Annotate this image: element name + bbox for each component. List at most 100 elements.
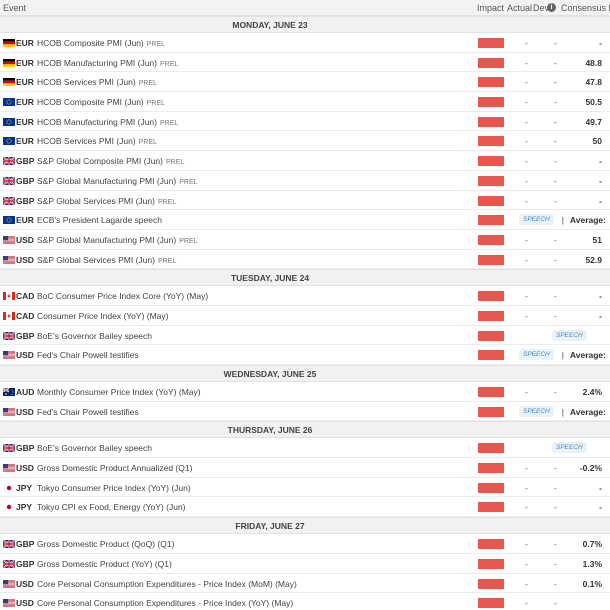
event-title[interactable]: HCOB Services PMI (Jun) — [37, 77, 136, 87]
event-name[interactable]: Gross Domestic Product (QoQ) (Q1) — [37, 539, 174, 549]
event-row[interactable]: EUR HCOB Services PMI (Jun) PREL - - 50 — [0, 131, 610, 152]
event-row[interactable]: EURECB's President Lagarde speech SPEECH A… — [0, 210, 610, 230]
event-name[interactable]: Fed's Chair Powell testifies — [37, 350, 139, 360]
speech-badge[interactable]: SPEECH — [519, 349, 554, 361]
event-title[interactable]: HCOB Services PMI (Jun) — [37, 136, 136, 146]
event-title[interactable]: Tokyo CPI ex Food, Energy (YoY) (Jun) — [37, 502, 186, 512]
event-name[interactable]: BoE's Governor Bailey speech — [37, 331, 152, 341]
event-name[interactable]: Consumer Price Index (YoY) (May) — [37, 311, 168, 321]
event-row[interactable]: GBP Gross Domestic Product (YoY) (Q1) - - 1.… — [0, 554, 610, 574]
event-title[interactable]: HCOB Composite PMI (Jun) — [37, 97, 144, 107]
event-row[interactable]: CAD Consumer Price Index (YoY) (May) - - - — [0, 306, 610, 326]
event-title[interactable]: Core Personal Consumption Expenditures -… — [37, 598, 293, 608]
event-row[interactable]: GBP S&P Global Services PMI (Jun) PREL - - - — [0, 191, 610, 211]
event-title[interactable]: Tokyo Consumer Price Index (YoY) (Jun) — [37, 483, 191, 493]
deviation-value: - — [554, 156, 557, 167]
event-title[interactable]: S&P Global Manufacturing PMI (Jun) — [37, 235, 176, 245]
event-row[interactable]: USD Core Personal Consumption Expenditure… — [0, 593, 610, 610]
event-name[interactable]: Monthly Consumer Price Index (YoY) (May) — [37, 387, 201, 397]
event-title[interactable]: BoC Consumer Price Index Core (YoY) (May… — [37, 291, 208, 301]
speech-badge[interactable]: SPEECH — [552, 329, 587, 341]
actual-value: - — [525, 558, 528, 569]
consensus-value: - — [599, 482, 602, 493]
event-name[interactable]: Tokyo Consumer Price Index (YoY) (Jun) — [37, 483, 191, 493]
event-name[interactable]: Gross Domestic Product (YoY) (Q1) — [37, 559, 172, 569]
event-row[interactable]: GBP BoE's Governor Bailey speech SPEECH — [0, 438, 610, 459]
day-header: WEDNESDAY, JUNE 25 — [0, 365, 610, 382]
column-actual[interactable]: Actual — [507, 3, 532, 13]
event-title[interactable]: HCOB Manufacturing PMI (Jun) — [37, 58, 157, 68]
event-title[interactable]: S&P Global Composite PMI (Jun) — [37, 156, 163, 166]
speech-badge[interactable]: SPEECH — [519, 214, 554, 226]
event-name[interactable]: S&P Global Services PMI (Jun) PREL — [37, 255, 176, 265]
event-row[interactable]: USDFed's Chair Powell testifies SPEECH Ave… — [0, 345, 610, 365]
event-title[interactable]: BoE's Governor Bailey speech — [37, 331, 152, 341]
event-name[interactable]: HCOB Composite PMI (Jun) PREL — [37, 97, 165, 107]
event-row[interactable]: EUR HCOB Composite PMI (Jun) PREL - - 50.5 — [0, 92, 610, 112]
currency-code: AUD — [16, 387, 35, 397]
deviation-value: - — [554, 254, 557, 265]
event-title[interactable]: Core Personal Consumption Expenditures -… — [37, 579, 297, 589]
event-name[interactable]: Gross Domestic Product Annualized (Q1) — [37, 463, 192, 473]
speech-badge[interactable]: SPEECH — [519, 405, 554, 417]
event-row[interactable]: JPY Tokyo Consumer Price Index (YoY) (Jun… — [0, 478, 610, 498]
event-title[interactable]: S&P Global Manufacturing PMI (Jun) — [37, 176, 176, 186]
event-title[interactable]: S&P Global Services PMI (Jun) — [37, 255, 155, 265]
event-name[interactable]: BoE's Governor Bailey speech — [37, 443, 152, 453]
event-row[interactable]: USD Core Personal Consumption Expenditure… — [0, 574, 610, 594]
canada-flag-icon — [3, 311, 15, 320]
event-name[interactable]: Core Personal Consumption Expenditures -… — [37, 579, 297, 589]
event-title[interactable]: Gross Domestic Product (YoY) (Q1) — [37, 559, 172, 569]
event-title[interactable]: Gross Domestic Product (QoQ) (Q1) — [37, 539, 174, 549]
event-title[interactable]: ECB's President Lagarde speech — [37, 215, 162, 225]
deviation-value: - — [554, 387, 557, 397]
event-title[interactable]: HCOB Composite PMI (Jun) — [37, 38, 144, 48]
event-title[interactable]: Gross Domestic Product Annualized (Q1) — [37, 463, 192, 473]
column-event[interactable]: Event — [3, 3, 26, 13]
event-title[interactable]: Consumer Price Index (YoY) (May) — [37, 311, 168, 321]
consensus-value: -0.2% — [579, 463, 602, 474]
event-title[interactable]: Fed's Chair Powell testifies — [37, 350, 139, 360]
event-name[interactable]: Fed's Chair Powell testifies — [37, 407, 139, 417]
event-row[interactable]: EUR HCOB Composite PMI (Jun) PREL - - - — [0, 33, 610, 53]
event-row[interactable]: GBP S&P Global Manufacturing PMI (Jun) PRE… — [0, 171, 610, 191]
info-icon[interactable]: i — [547, 3, 556, 12]
event-row[interactable]: CAD BoC Consumer Price Index Core (YoY) (… — [0, 286, 610, 306]
event-title[interactable]: Fed's Chair Powell testifies — [37, 407, 139, 417]
event-row[interactable]: GBP BoE's Governor Bailey speech SPEECH — [0, 326, 610, 346]
event-name[interactable]: HCOB Composite PMI (Jun) PREL — [37, 38, 165, 48]
event-row[interactable]: JPY Tokyo CPI ex Food, Energy (YoY) (Jun)… — [0, 497, 610, 518]
event-row[interactable]: GBP S&P Global Composite PMI (Jun) PREL - - - — [0, 151, 610, 171]
event-title[interactable]: Monthly Consumer Price Index (YoY) (May) — [37, 387, 201, 397]
event-row[interactable]: USD S&P Global Services PMI (Jun) PREL - - 52… — [0, 250, 610, 270]
event-name[interactable]: BoC Consumer Price Index Core (YoY) (May… — [37, 291, 208, 301]
event-row[interactable]: USD S&P Global Manufacturing PMI (Jun) PRE… — [0, 230, 610, 250]
event-row[interactable]: USD Gross Domestic Product Annualized (Q1… — [0, 458, 610, 478]
event-name[interactable]: HCOB Services PMI (Jun) PREL — [37, 136, 157, 146]
column-consensus[interactable]: Consensus P — [561, 3, 610, 13]
event-row[interactable]: EUR HCOB Manufacturing PMI (Jun) PREL - - 48.… — [0, 53, 610, 73]
event-row[interactable]: AUD Monthly Consumer Price Index (YoY) (M… — [0, 382, 610, 402]
event-row[interactable]: USDFed's Chair Powell testifies SPEECH Ave… — [0, 402, 610, 422]
event-name[interactable]: ECB's President Lagarde speech — [37, 215, 162, 225]
table-header: Event Impact Actual Dev i Consensus P — [0, 0, 610, 16]
event-name[interactable]: S&P Global Manufacturing PMI (Jun) PREL — [37, 235, 198, 245]
event-row[interactable]: GBP Gross Domestic Product (QoQ) (Q1) - - 0.… — [0, 534, 610, 554]
event-title[interactable]: BoE's Governor Bailey speech — [37, 443, 152, 453]
event-name[interactable]: S&P Global Services PMI (Jun) PREL — [37, 196, 176, 206]
event-name[interactable]: Core Personal Consumption Expenditures -… — [37, 598, 293, 608]
column-impact[interactable]: Impact — [477, 3, 504, 13]
event-name[interactable]: Tokyo CPI ex Food, Energy (YoY) (Jun) — [37, 502, 186, 512]
event-row[interactable]: EUR HCOB Manufacturing PMI (Jun) PREL - - 49.… — [0, 112, 610, 132]
event-name[interactable]: HCOB Services PMI (Jun) PREL — [37, 77, 157, 87]
consensus-value: - — [599, 195, 602, 206]
event-title[interactable]: HCOB Manufacturing PMI (Jun) — [37, 117, 157, 127]
event-name[interactable]: S&P Global Manufacturing PMI (Jun) PREL — [37, 176, 198, 186]
event-name[interactable]: HCOB Manufacturing PMI (Jun) PREL — [37, 58, 178, 68]
speech-badge[interactable]: SPEECH — [552, 442, 587, 454]
event-row[interactable]: EUR HCOB Services PMI (Jun) PREL - - 47.8 — [0, 72, 610, 93]
event-name[interactable]: HCOB Manufacturing PMI (Jun) PREL — [37, 117, 178, 127]
event-name[interactable]: S&P Global Composite PMI (Jun) PREL — [37, 156, 184, 166]
calendar-rows: MONDAY, JUNE 23 EUR HCOB Composite PMI (Ju… — [0, 16, 610, 610]
event-title[interactable]: S&P Global Services PMI (Jun) — [37, 196, 155, 206]
